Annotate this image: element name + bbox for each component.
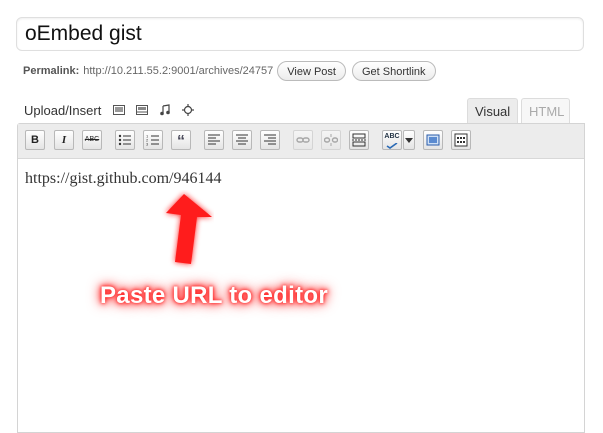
red-arrow-icon xyxy=(166,194,212,264)
blockquote-button[interactable]: “ xyxy=(171,130,191,150)
upload-insert-label: Upload/Insert xyxy=(24,102,102,118)
tab-visual[interactable]: Visual xyxy=(467,98,518,124)
unlink-button[interactable] xyxy=(321,130,341,150)
media-buttons: Upload/Insert xyxy=(24,101,205,119)
bullet-list-button[interactable] xyxy=(115,130,135,150)
post-title-input[interactable]: oEmbed gist xyxy=(16,17,584,51)
annotation-label: Paste URL to editor xyxy=(100,282,328,309)
video-icon[interactable] xyxy=(136,104,149,116)
chevron-down-icon xyxy=(405,138,413,143)
fullscreen-button[interactable] xyxy=(423,130,443,150)
spellcheck-dropdown[interactable] xyxy=(403,130,415,150)
permalink-label: Permalink: xyxy=(23,65,80,77)
align-center-button[interactable] xyxy=(232,130,252,150)
editor-content[interactable]: https://gist.github.com/946144 xyxy=(25,170,221,188)
align-left-icon xyxy=(208,134,220,145)
svg-text:3: 3 xyxy=(146,142,149,147)
italic-button[interactable]: I xyxy=(54,130,74,150)
numbered-list-icon: 123 xyxy=(146,134,159,147)
image-icon[interactable] xyxy=(113,104,126,116)
link-icon xyxy=(296,137,310,143)
get-shortlink-button[interactable]: Get Shortlink xyxy=(351,61,436,81)
bold-button[interactable]: B xyxy=(25,130,45,150)
align-right-icon xyxy=(264,134,276,145)
align-center-icon xyxy=(236,134,248,145)
insert-link-button[interactable] xyxy=(293,130,313,150)
unlink-icon xyxy=(323,134,339,146)
spellcheck-check-icon xyxy=(386,143,398,149)
insert-more-tag-button[interactable] xyxy=(349,130,369,150)
media-icon[interactable] xyxy=(182,104,195,116)
spellcheck-label: ABC xyxy=(384,133,400,140)
align-left-button[interactable] xyxy=(204,130,224,150)
editor-area: B I ABC 123 “ ABC https://gist.github.co… xyxy=(17,123,585,433)
strikethrough-button[interactable]: ABC xyxy=(82,130,102,150)
view-post-button[interactable]: View Post xyxy=(277,61,346,81)
permalink-row: Permalink: http://10.211.55.2:9001/archi… xyxy=(23,60,442,82)
align-right-button[interactable] xyxy=(260,130,280,150)
spellcheck-button[interactable]: ABC xyxy=(382,130,402,150)
fullscreen-icon xyxy=(426,134,440,146)
bullet-list-icon xyxy=(118,134,131,146)
permalink-url[interactable]: http://10.211.55.2:9001/archives/24757 xyxy=(83,65,273,77)
editor-toolbar: B I ABC 123 “ ABC xyxy=(18,124,584,159)
kitchen-sink-icon xyxy=(454,133,468,147)
more-tag-icon xyxy=(352,133,366,147)
kitchen-sink-button[interactable] xyxy=(451,130,471,150)
numbered-list-button[interactable]: 123 xyxy=(143,130,163,150)
audio-icon[interactable] xyxy=(159,104,171,116)
tab-html[interactable]: HTML xyxy=(521,98,570,124)
